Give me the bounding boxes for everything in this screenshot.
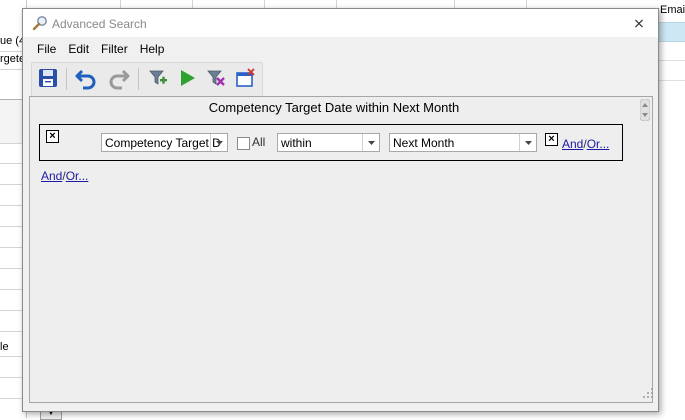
value-select-value: Next Month [393,136,455,150]
run-search-button[interactable] [174,66,200,92]
group-or-link[interactable]: Or... [66,169,89,183]
and-link[interactable]: And [562,137,583,151]
dialog-titlebar[interactable]: Advanced Search ⨯ [23,9,658,37]
search-criteria-panel: Competency Target Date within Next Month… [29,96,653,403]
field-select-value: Competency Target D [105,136,221,150]
chevron-down-icon [362,134,379,151]
operator-select-value: within [281,136,312,150]
menu-edit[interactable]: Edit [62,40,95,58]
field-select[interactable]: Competency Target D [101,133,228,152]
background-selected-row [656,22,685,42]
all-checkbox-label: All [252,135,266,149]
background-column [192,0,265,8]
vertical-scroll-arrows[interactable] [639,98,651,122]
or-link[interactable]: Or... [587,137,610,151]
group-and-link[interactable]: And [41,169,62,183]
chevron-down-icon [210,134,227,151]
dialog-title: Advanced Search [52,17,147,31]
remove-condition-checkbox[interactable]: × [46,130,59,143]
clear-filter-button[interactable] [203,66,229,92]
chevron-down-icon [519,134,536,151]
background-column [26,0,121,8]
add-filter-icon [148,68,168,91]
condition-and-or: And/Or... [562,137,609,151]
magnifier-icon [32,15,48,31]
save-icon [37,67,59,92]
menu-filter[interactable]: Filter [95,40,134,58]
undo-button[interactable] [73,66,99,92]
new-window-button[interactable] [232,66,258,92]
background-column [454,0,527,8]
background-column [120,0,193,8]
redo-button[interactable] [106,66,132,92]
background-email-header: Email [660,4,685,16]
new-window-icon [235,67,255,91]
run-icon [177,68,197,91]
background-column [264,0,337,8]
toolbar-separator [138,68,139,90]
group-and-or: And/Or... [41,169,88,183]
background-row-line [656,80,685,81]
undo-icon [74,66,98,93]
value-select[interactable]: Next Month [389,133,537,152]
search-summary: Competency Target Date within Next Month [208,100,460,115]
background-column [526,0,657,8]
toolbar [31,62,263,98]
toolbar-separator [66,68,67,90]
close-button[interactable]: ⨯ [631,15,647,31]
background-row-line [656,60,685,61]
redo-icon [107,66,131,93]
add-filter-button[interactable] [145,66,171,92]
clear-filter-icon [206,68,226,91]
remove-value-checkbox[interactable]: × [545,133,558,146]
all-checkbox[interactable] [237,137,250,150]
menu-help[interactable]: Help [134,40,171,58]
advanced-search-dialog: Advanced Search ⨯ FileEditFilterHelp [22,8,659,412]
condition-row: × Competency Target D All within Next Mo… [39,124,623,161]
save-button[interactable] [35,66,61,92]
menu-file[interactable]: File [31,40,62,58]
menu-bar: File Edit Filter Help [31,40,170,58]
background-right-panel: Email [656,0,685,418]
resize-grip-icon[interactable] [642,387,654,399]
background-column [336,0,455,8]
operator-select[interactable]: within [277,133,380,152]
